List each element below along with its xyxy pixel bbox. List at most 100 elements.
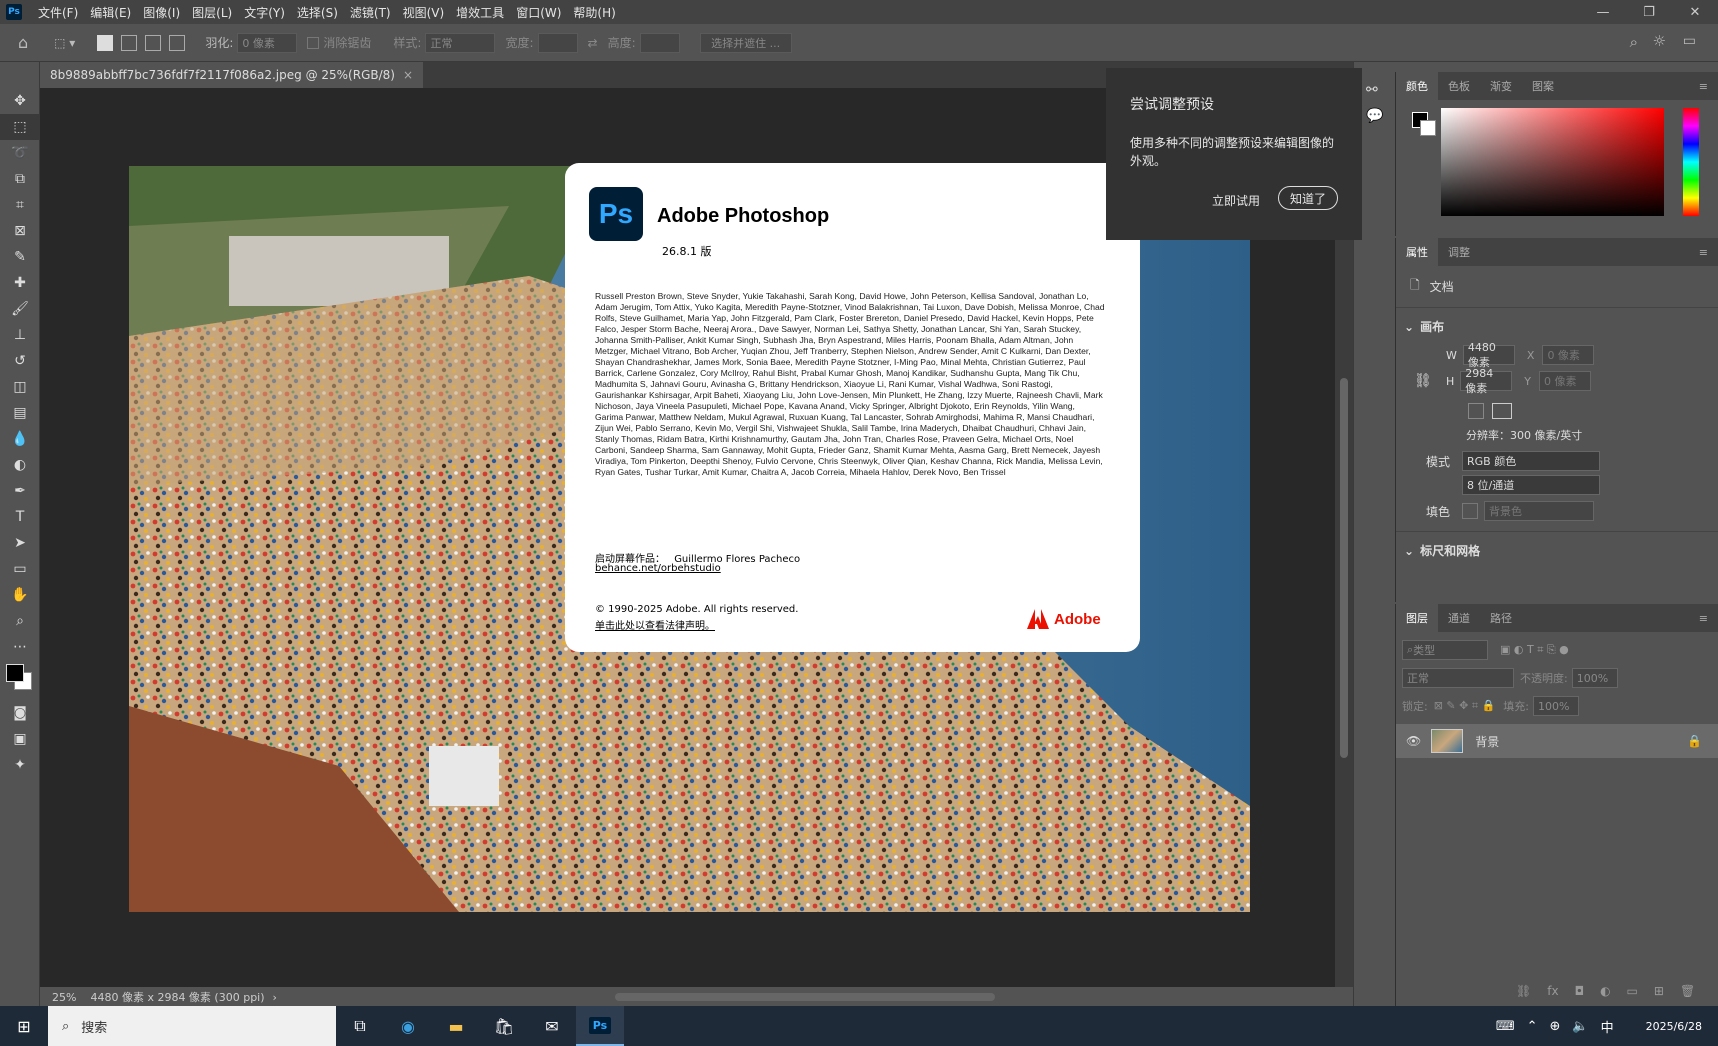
rect-marquee-tool-icon[interactable]: ⬚ — [0, 114, 40, 140]
width-field[interactable]: 4480 像素 — [1462, 341, 1515, 369]
fx-icon[interactable]: fx — [1547, 984, 1558, 998]
zoom-level[interactable]: 25% — [52, 991, 76, 1004]
group-icon[interactable]: ▭ — [1627, 984, 1638, 998]
adjustment-icon[interactable]: ◐ — [1600, 984, 1610, 998]
close-icon[interactable]: ✕ — [1672, 0, 1718, 24]
eye-icon[interactable]: 👁 — [1406, 734, 1421, 748]
subtract-selection-icon[interactable] — [145, 34, 162, 51]
mask-icon[interactable]: ◘ — [1575, 984, 1585, 998]
fill-select[interactable]: 背景色 — [1484, 501, 1594, 521]
landscape-icon[interactable] — [1492, 403, 1512, 419]
windows-start-icon[interactable]: ⊞ — [0, 1006, 48, 1046]
bg-swatch[interactable] — [1420, 120, 1436, 136]
lock-icons[interactable]: ⊠ ✎ ✥ ⌗ 🔒 — [1434, 699, 1496, 713]
fill-swatch[interactable] — [1462, 503, 1478, 519]
generative-icon[interactable]: ✦ — [0, 752, 40, 778]
portrait-icon[interactable] — [1468, 403, 1484, 419]
restore-icon[interactable]: ❐ — [1626, 0, 1672, 24]
y-field[interactable]: 0 像素 — [1539, 371, 1592, 391]
color-field[interactable] — [1441, 108, 1664, 216]
menu-file[interactable]: 文件(F) — [32, 4, 84, 21]
behance-link[interactable]: behance.net/orbehstudio — [595, 563, 721, 574]
tab-adjustments[interactable]: 调整 — [1438, 244, 1480, 260]
type-tool-icon[interactable]: T — [0, 504, 40, 530]
hand-tool-icon[interactable]: ✋ — [0, 582, 40, 608]
clock-date[interactable]: 2025/6/28 — [1646, 1020, 1702, 1033]
new-selection-icon[interactable] — [97, 34, 114, 51]
eraser-tool-icon[interactable]: ◫ — [0, 374, 40, 400]
tab-close-icon[interactable]: × — [403, 68, 413, 82]
minimize-icon[interactable]: — — [1580, 0, 1626, 24]
dodge-tool-icon[interactable]: ◐ — [0, 452, 40, 478]
chevron-up-icon[interactable]: ⌃ — [1527, 1019, 1538, 1034]
link-layers-icon[interactable]: ⛓ — [1516, 984, 1531, 998]
menu-filter[interactable]: 滤镜(T) — [344, 4, 397, 21]
layer-row[interactable]: 👁 背景 🔒 — [1396, 724, 1718, 758]
adjust-presets-icon[interactable]: ⚯ — [1366, 82, 1394, 98]
pen-tool-icon[interactable]: ✒ — [0, 478, 40, 504]
layer-kind-filter[interactable]: ⌕ 类型 — [1402, 640, 1488, 660]
chevron-down-icon[interactable]: ⌄ — [1404, 320, 1414, 334]
select-and-mask-button[interactable]: 选择并遮住 ... — [699, 32, 792, 53]
zoom-tool-icon[interactable]: ⌕ — [0, 608, 40, 634]
eyedropper-tool-icon[interactable]: ✎ — [0, 244, 40, 270]
document-tab[interactable]: 8b9889abbff7bc736fdf7f2117f086a2.jpeg @ … — [40, 62, 424, 88]
tab-channels[interactable]: 通道 — [1438, 610, 1480, 626]
filter-icons[interactable]: ▣ ◐ T ⌗ ⎘ ● — [1500, 643, 1569, 657]
lasso-tool-icon[interactable]: ➰ — [0, 140, 40, 166]
quick-mask-icon[interactable]: ◙ — [0, 700, 40, 726]
menu-plugins[interactable]: 增效工具 — [450, 4, 510, 21]
fill-opacity-field[interactable]: 100% — [1532, 696, 1579, 716]
try-now-button[interactable]: 立即试用 — [1212, 192, 1260, 209]
mode-select[interactable]: RGB 颜色 — [1462, 451, 1600, 471]
tab-layers[interactable]: 图层 — [1396, 604, 1438, 632]
menu-window[interactable]: 窗口(W) — [510, 4, 567, 21]
tab-gradients[interactable]: 渐变 — [1480, 78, 1522, 94]
store-icon[interactable]: 🛍 — [480, 1006, 528, 1046]
panel-menu-icon[interactable]: ≡ — [1689, 612, 1718, 625]
tab-paths[interactable]: 路径 — [1480, 610, 1522, 626]
got-it-button[interactable]: 知道了 — [1278, 186, 1338, 210]
frame-tool-icon[interactable]: ⊠ — [0, 218, 40, 244]
network-icon[interactable]: ⊕ — [1549, 1019, 1560, 1034]
home-icon[interactable]: ⌂ — [18, 33, 28, 52]
horizontal-scroll-thumb[interactable] — [615, 993, 995, 1001]
gradient-tool-icon[interactable]: ▤ — [0, 400, 40, 426]
volume-icon[interactable]: 🔈 — [1572, 1019, 1588, 1034]
taskbar-search[interactable]: ⌕ 搜索 — [48, 1006, 336, 1046]
ime-indicator[interactable]: 中 — [1601, 1017, 1614, 1036]
healing-tool-icon[interactable]: ✚ — [0, 270, 40, 296]
tab-properties[interactable]: 属性 — [1396, 238, 1438, 266]
x-field[interactable]: 0 像素 — [1542, 345, 1595, 365]
comments-icon[interactable]: 💬 — [1366, 108, 1394, 124]
chevron-down-icon[interactable]: ⌄ — [1404, 544, 1414, 558]
screen-mode-icon[interactable]: ▣ — [0, 726, 40, 752]
intersect-selection-icon[interactable] — [169, 34, 186, 51]
edge-icon[interactable]: ◉ — [384, 1006, 432, 1046]
trash-icon[interactable]: 🗑 — [1680, 984, 1695, 998]
crop-tool-icon[interactable]: ⌗ — [0, 192, 40, 218]
mail-icon[interactable]: ✉ — [528, 1006, 576, 1046]
style-select[interactable]: 正常 — [425, 32, 496, 53]
object-select-tool-icon[interactable]: ⧉ — [0, 166, 40, 192]
status-arrow-icon[interactable]: › — [273, 991, 277, 1004]
workspace-icon[interactable]: ▭ — [1683, 33, 1696, 49]
menu-view[interactable]: 视图(V) — [397, 4, 451, 21]
chain-icon[interactable]: ⛓ — [1414, 373, 1446, 389]
blur-tool-icon[interactable]: 💧 — [0, 426, 40, 452]
tab-swatches[interactable]: 色板 — [1438, 78, 1480, 94]
width-input[interactable] — [537, 32, 578, 53]
search-icon[interactable]: ⌕ — [1630, 33, 1638, 51]
add-selection-icon[interactable] — [121, 34, 138, 51]
blend-mode-select[interactable]: 正常 — [1402, 668, 1514, 688]
tab-color[interactable]: 颜色 — [1396, 72, 1438, 100]
feather-input[interactable]: 0 像素 — [237, 32, 298, 53]
hue-slider[interactable] — [1683, 108, 1699, 216]
history-brush-tool-icon[interactable]: ↺ — [0, 348, 40, 374]
path-select-tool-icon[interactable]: ➤ — [0, 530, 40, 556]
menu-help[interactable]: 帮助(H) — [567, 4, 621, 21]
scroll-thumb[interactable] — [1340, 378, 1348, 758]
document-info[interactable]: 4480 像素 x 2984 像素 (300 ppi) — [90, 989, 264, 1005]
bit-depth-select[interactable]: 8 位/通道 — [1462, 475, 1600, 495]
swap-icon[interactable]: ⇄ — [588, 36, 598, 50]
